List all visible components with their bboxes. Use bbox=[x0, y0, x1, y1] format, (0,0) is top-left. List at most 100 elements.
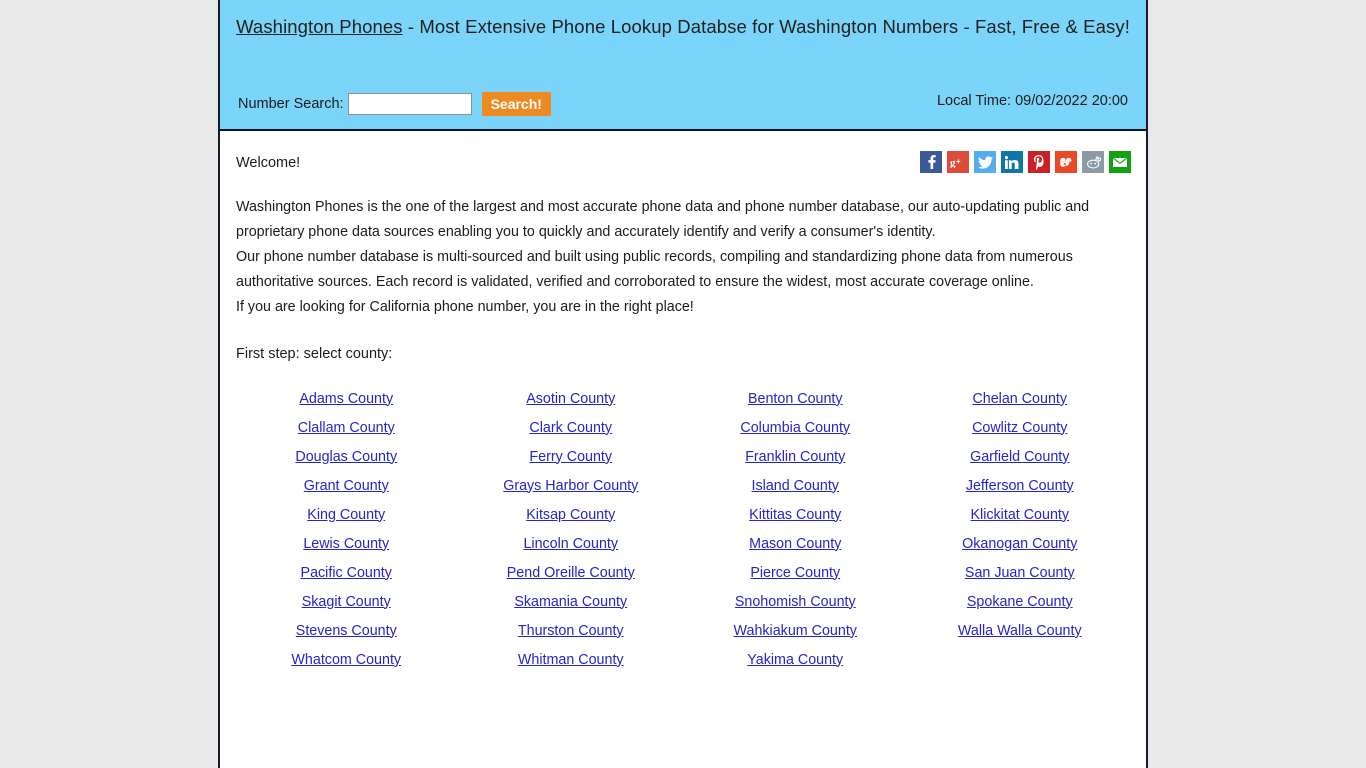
county-link[interactable]: Ferry County bbox=[529, 449, 612, 465]
stumbleupon-icon[interactable] bbox=[1055, 151, 1077, 173]
county-link[interactable]: Pacific County bbox=[301, 565, 392, 581]
county-cell: Island County bbox=[683, 471, 908, 500]
county-row: Skagit County Skamania County Snohomish Co… bbox=[234, 587, 1132, 616]
county-cell: Walla Walla County bbox=[908, 616, 1133, 645]
county-cell: Garfield County bbox=[908, 442, 1133, 471]
county-cell: Franklin County bbox=[683, 442, 908, 471]
county-cell: Pend Oreille County bbox=[459, 558, 684, 587]
county-link[interactable]: Kittitas County bbox=[749, 507, 841, 523]
linkedin-icon[interactable] bbox=[1001, 151, 1023, 173]
county-cell: Okanogan County bbox=[908, 529, 1133, 558]
county-row: Pacific County Pend Oreille County Pierce … bbox=[234, 558, 1132, 587]
intro-line: proprietary phone data sources enabling … bbox=[236, 224, 936, 240]
county-cell: Clark County bbox=[459, 413, 684, 442]
search-button[interactable]: Search! bbox=[481, 92, 551, 116]
site-header: Washington Phones - Most Extensive Phone… bbox=[220, 0, 1146, 131]
googleplus-icon[interactable]: g + bbox=[947, 151, 969, 173]
county-cell: Wahkiakum County bbox=[683, 616, 908, 645]
county-row: Adams County Asotin County Benton County Ch… bbox=[234, 384, 1132, 413]
welcome-text: Welcome! bbox=[236, 155, 301, 171]
county-cell: Skagit County bbox=[234, 587, 459, 616]
county-cell: Jefferson County bbox=[908, 471, 1133, 500]
facebook-icon[interactable] bbox=[920, 151, 942, 173]
county-link[interactable]: Asotin County bbox=[526, 391, 615, 407]
county-cell: Grays Harbor County bbox=[459, 471, 684, 500]
county-link[interactable]: Jefferson County bbox=[966, 478, 1074, 494]
county-row: King County Kitsap County Kittitas County K… bbox=[234, 500, 1132, 529]
search-input[interactable] bbox=[347, 93, 472, 115]
county-link[interactable]: Benton County bbox=[748, 391, 843, 407]
county-link[interactable]: Douglas County bbox=[295, 449, 397, 465]
county-link[interactable]: Thurston County bbox=[518, 623, 624, 639]
county-cell: Whitman County bbox=[459, 645, 684, 674]
county-row: Grant County Grays Harbor County Island Co… bbox=[234, 471, 1132, 500]
county-link[interactable]: Mason County bbox=[749, 536, 841, 552]
county-link[interactable]: Whitman County bbox=[518, 652, 624, 668]
county-cell: Columbia County bbox=[683, 413, 908, 442]
pinterest-icon[interactable] bbox=[1028, 151, 1050, 173]
county-cell: Lewis County bbox=[234, 529, 459, 558]
county-cell: Mason County bbox=[683, 529, 908, 558]
county-link[interactable]: Clark County bbox=[529, 420, 612, 436]
county-link[interactable]: Grays Harbor County bbox=[503, 478, 638, 494]
county-cell: Benton County bbox=[683, 384, 908, 413]
county-cell: Ferry County bbox=[459, 442, 684, 471]
county-link[interactable]: Kitsap County bbox=[526, 507, 615, 523]
county-link[interactable]: Klickitat County bbox=[970, 507, 1069, 523]
county-cell: Pierce County bbox=[683, 558, 908, 587]
county-link[interactable]: Whatcom County bbox=[291, 652, 401, 668]
county-cell: Adams County bbox=[234, 384, 459, 413]
county-link[interactable]: San Juan County bbox=[965, 565, 1075, 581]
reddit-icon[interactable] bbox=[1082, 151, 1104, 173]
county-cell: Klickitat County bbox=[908, 500, 1133, 529]
county-link[interactable]: Cowlitz County bbox=[972, 420, 1067, 436]
county-row: Clallam County Clark County Columbia Count… bbox=[234, 413, 1132, 442]
twitter-icon[interactable] bbox=[974, 151, 996, 173]
intro-paragraphs: Washington Phones is the one of the larg… bbox=[234, 195, 1132, 320]
search-label: Number Search: bbox=[238, 96, 344, 112]
main-content: Welcome! g + Washington Phones is the on… bbox=[220, 131, 1146, 674]
county-link[interactable]: Walla Walla County bbox=[958, 623, 1082, 639]
intro-line: Washington Phones is the one of the larg… bbox=[236, 199, 1090, 215]
county-link[interactable]: Lewis County bbox=[303, 536, 389, 552]
county-row: Lewis County Lincoln County Mason County Ok… bbox=[234, 529, 1132, 558]
county-link[interactable]: Stevens County bbox=[296, 623, 397, 639]
county-link[interactable]: Wahkiakum County bbox=[734, 623, 857, 639]
county-link[interactable]: Franklin County bbox=[745, 449, 845, 465]
county-cell: Douglas County bbox=[234, 442, 459, 471]
first-step-label: First step: select county: bbox=[236, 346, 393, 362]
county-link[interactable]: Garfield County bbox=[970, 449, 1069, 465]
page-container: Washington Phones - Most Extensive Phone… bbox=[218, 0, 1148, 768]
county-cell: Chelan County bbox=[908, 384, 1133, 413]
site-brand-link[interactable]: Washington Phones bbox=[236, 16, 403, 37]
county-row: Stevens County Thurston County Wahkiakum C… bbox=[234, 616, 1132, 645]
county-cell: Clallam County bbox=[234, 413, 459, 442]
county-link[interactable]: Skagit County bbox=[302, 594, 391, 610]
county-link[interactable]: Chelan County bbox=[972, 391, 1067, 407]
county-link[interactable]: Snohomish County bbox=[735, 594, 856, 610]
county-row: Whatcom County Whitman County Yakima Count… bbox=[234, 645, 1132, 674]
county-link[interactable]: Adams County bbox=[299, 391, 393, 407]
county-link[interactable]: Columbia County bbox=[740, 420, 850, 436]
county-link[interactable]: Okanogan County bbox=[962, 536, 1077, 552]
svg-text:+: + bbox=[956, 157, 961, 166]
county-cell: Pacific County bbox=[234, 558, 459, 587]
search-row: Number Search: Search! Local Time: 09/02… bbox=[220, 88, 1146, 122]
email-icon[interactable] bbox=[1109, 151, 1131, 173]
county-link[interactable]: Yakima County bbox=[747, 652, 843, 668]
county-link[interactable]: Lincoln County bbox=[523, 536, 618, 552]
county-link[interactable]: Pend Oreille County bbox=[507, 565, 635, 581]
county-link[interactable]: Grant County bbox=[304, 478, 389, 494]
county-cell: King County bbox=[234, 500, 459, 529]
county-link[interactable]: Clallam County bbox=[298, 420, 395, 436]
county-cell: San Juan County bbox=[908, 558, 1133, 587]
intro-line: authoritative sources. Each record is va… bbox=[236, 274, 1034, 290]
county-cell: Whatcom County bbox=[234, 645, 459, 674]
county-link[interactable]: King County bbox=[307, 507, 385, 523]
county-link[interactable]: Island County bbox=[752, 478, 839, 494]
county-cell: Yakima County bbox=[683, 645, 908, 674]
county-link[interactable]: Spokane County bbox=[967, 594, 1073, 610]
county-link[interactable]: Pierce County bbox=[750, 565, 840, 581]
county-link[interactable]: Skamania County bbox=[514, 594, 627, 610]
county-cell: Kittitas County bbox=[683, 500, 908, 529]
